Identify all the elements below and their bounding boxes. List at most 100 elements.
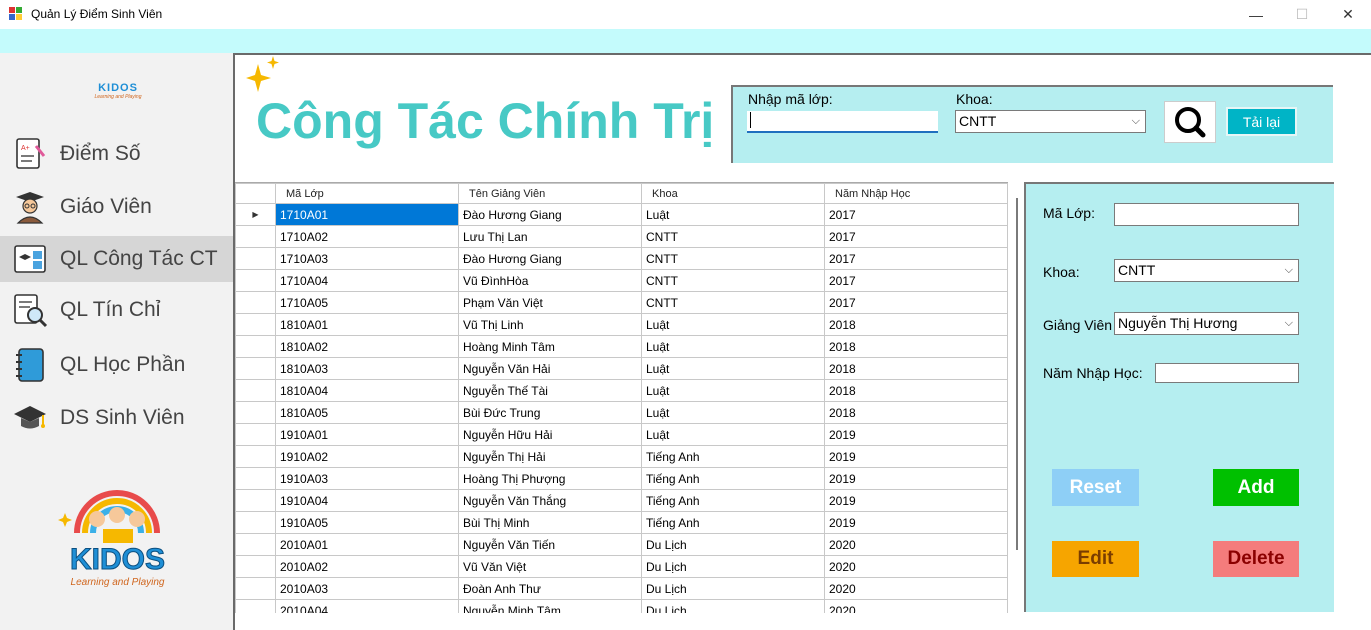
table-cell[interactable]: 2018: [824, 401, 1008, 424]
table-cell[interactable]: Tiếng Anh: [641, 445, 825, 468]
table-row[interactable]: 1810A05 Bùi Đức Trung Luật 2018: [235, 401, 1008, 424]
row-header[interactable]: [235, 577, 276, 600]
search-button[interactable]: [1164, 101, 1216, 143]
table-cell[interactable]: Phạm Văn Việt: [458, 291, 642, 314]
table-row[interactable]: 1910A01 Nguyễn Hữu Hải Luật 2019: [235, 423, 1008, 446]
table-cell[interactable]: Lưu Thị Lan: [458, 225, 642, 248]
row-header[interactable]: [235, 489, 276, 512]
table-cell[interactable]: 1710A02: [275, 225, 459, 248]
column-header[interactable]: Khoa: [641, 183, 825, 204]
sidebar-item-ql-tin-chi[interactable]: QL Tín Chỉ: [0, 287, 233, 333]
row-header[interactable]: [235, 555, 276, 578]
table-cell[interactable]: Luật: [641, 423, 825, 446]
table-cell[interactable]: Đào Hương Giang: [458, 203, 642, 226]
table-row[interactable]: 1710A04 Vũ ĐìnhHòa CNTT 2017: [235, 269, 1008, 292]
table-cell[interactable]: 2019: [824, 489, 1008, 512]
row-header[interactable]: [235, 291, 276, 314]
table-row[interactable]: 1810A01 Vũ Thị Linh Luật 2018: [235, 313, 1008, 336]
table-cell[interactable]: Nguyễn Văn Thắng: [458, 489, 642, 512]
row-header[interactable]: [235, 247, 276, 270]
reload-button[interactable]: Tải lại: [1226, 107, 1297, 136]
row-header[interactable]: ▶: [235, 203, 276, 226]
table-cell[interactable]: Vũ Văn Việt: [458, 555, 642, 578]
sidebar-item-diem-so[interactable]: A+ Điểm Số: [0, 131, 233, 177]
table-cell[interactable]: Nguyễn Minh Tâm: [458, 599, 642, 613]
table-cell[interactable]: 1710A03: [275, 247, 459, 270]
column-header[interactable]: Tên Giảng Viên: [458, 183, 642, 204]
table-row[interactable]: 2010A02 Vũ Văn Việt Du Lịch 2020: [235, 555, 1008, 578]
row-header[interactable]: [235, 357, 276, 380]
table-row[interactable]: ▶ 1710A01 Đào Hương Giang Luật 2017: [235, 203, 1008, 226]
table-cell[interactable]: CNTT: [641, 291, 825, 314]
table-cell[interactable]: 2017: [824, 225, 1008, 248]
row-header[interactable]: [235, 467, 276, 490]
sidebar-item-giao-vien[interactable]: Giáo Viên: [0, 184, 233, 230]
table-cell[interactable]: 2020: [824, 533, 1008, 556]
table-cell[interactable]: 2020: [824, 555, 1008, 578]
table-cell[interactable]: 1710A01: [275, 203, 459, 226]
table-row[interactable]: 1810A02 Hoàng Minh Tâm Luật 2018: [235, 335, 1008, 358]
table-cell[interactable]: 1910A05: [275, 511, 459, 534]
row-header[interactable]: [235, 511, 276, 534]
row-header[interactable]: [235, 335, 276, 358]
sidebar-item-ds-sinh-vien[interactable]: DS Sinh Viên: [0, 395, 233, 441]
table-row[interactable]: 1810A04 Nguyễn Thế Tài Luật 2018: [235, 379, 1008, 402]
table-row[interactable]: 1710A02 Lưu Thị Lan CNTT 2017: [235, 225, 1008, 248]
table-cell[interactable]: Luật: [641, 357, 825, 380]
table-cell[interactable]: Bùi Thị Minh: [458, 511, 642, 534]
table-cell[interactable]: Hoàng Minh Tâm: [458, 335, 642, 358]
row-header[interactable]: [235, 313, 276, 336]
table-cell[interactable]: 1910A02: [275, 445, 459, 468]
table-cell[interactable]: Luật: [641, 203, 825, 226]
table-row[interactable]: 1810A03 Nguyễn Văn Hải Luật 2018: [235, 357, 1008, 380]
table-cell[interactable]: 1910A03: [275, 467, 459, 490]
table-cell[interactable]: 2010A02: [275, 555, 459, 578]
search-class-input[interactable]: [747, 111, 938, 133]
table-cell[interactable]: 1810A02: [275, 335, 459, 358]
row-header[interactable]: [235, 445, 276, 468]
table-cell[interactable]: Tiếng Anh: [641, 467, 825, 490]
table-cell[interactable]: 1710A04: [275, 269, 459, 292]
table-cell[interactable]: Tiếng Anh: [641, 511, 825, 534]
table-cell[interactable]: 2020: [824, 577, 1008, 600]
table-cell[interactable]: 2019: [824, 467, 1008, 490]
table-cell[interactable]: Nguyễn Hữu Hải: [458, 423, 642, 446]
delete-button[interactable]: Delete: [1213, 541, 1299, 577]
table-cell[interactable]: 1810A01: [275, 313, 459, 336]
table-cell[interactable]: 2018: [824, 335, 1008, 358]
table-cell[interactable]: Du Lịch: [641, 599, 825, 613]
minimize-button[interactable]: —: [1233, 0, 1279, 29]
table-cell[interactable]: 2017: [824, 269, 1008, 292]
table-cell[interactable]: Đoàn Anh Thư: [458, 577, 642, 600]
table-cell[interactable]: Hoàng Thị Phượng: [458, 467, 642, 490]
table-cell[interactable]: 1810A03: [275, 357, 459, 380]
row-header[interactable]: [235, 423, 276, 446]
table-cell[interactable]: 1710A05: [275, 291, 459, 314]
table-cell[interactable]: 1910A01: [275, 423, 459, 446]
table-cell[interactable]: 2010A04: [275, 599, 459, 613]
table-cell[interactable]: CNTT: [641, 225, 825, 248]
table-row[interactable]: 1710A05 Phạm Văn Việt CNTT 2017: [235, 291, 1008, 314]
table-cell[interactable]: Tiếng Anh: [641, 489, 825, 512]
table-row[interactable]: 2010A01 Nguyễn Văn Tiến Du Lịch 2020: [235, 533, 1008, 556]
table-cell[interactable]: Du Lịch: [641, 533, 825, 556]
table-cell[interactable]: 2018: [824, 313, 1008, 336]
table-cell[interactable]: 2019: [824, 445, 1008, 468]
table-cell[interactable]: Nguyễn Văn Hải: [458, 357, 642, 380]
form-teacher-select[interactable]: Nguyễn Thị Hương ⌵: [1114, 312, 1299, 335]
column-header[interactable]: Mã Lớp: [275, 183, 459, 204]
row-header[interactable]: [235, 379, 276, 402]
table-cell[interactable]: 2018: [824, 379, 1008, 402]
table-cell[interactable]: 2017: [824, 291, 1008, 314]
table-cell[interactable]: 1910A04: [275, 489, 459, 512]
table-cell[interactable]: Nguyễn Thị Hải: [458, 445, 642, 468]
table-cell[interactable]: Nguyễn Thế Tài: [458, 379, 642, 402]
table-cell[interactable]: 2010A01: [275, 533, 459, 556]
table-cell[interactable]: 2010A03: [275, 577, 459, 600]
table-cell[interactable]: 2019: [824, 511, 1008, 534]
row-header[interactable]: [235, 599, 276, 613]
grid-scrollbar[interactable]: [1016, 198, 1018, 550]
table-row[interactable]: 1910A02 Nguyễn Thị Hải Tiếng Anh 2019: [235, 445, 1008, 468]
sidebar-item-ql-hoc-phan[interactable]: QL Học Phần: [0, 342, 233, 388]
table-row[interactable]: 1910A05 Bùi Thị Minh Tiếng Anh 2019: [235, 511, 1008, 534]
